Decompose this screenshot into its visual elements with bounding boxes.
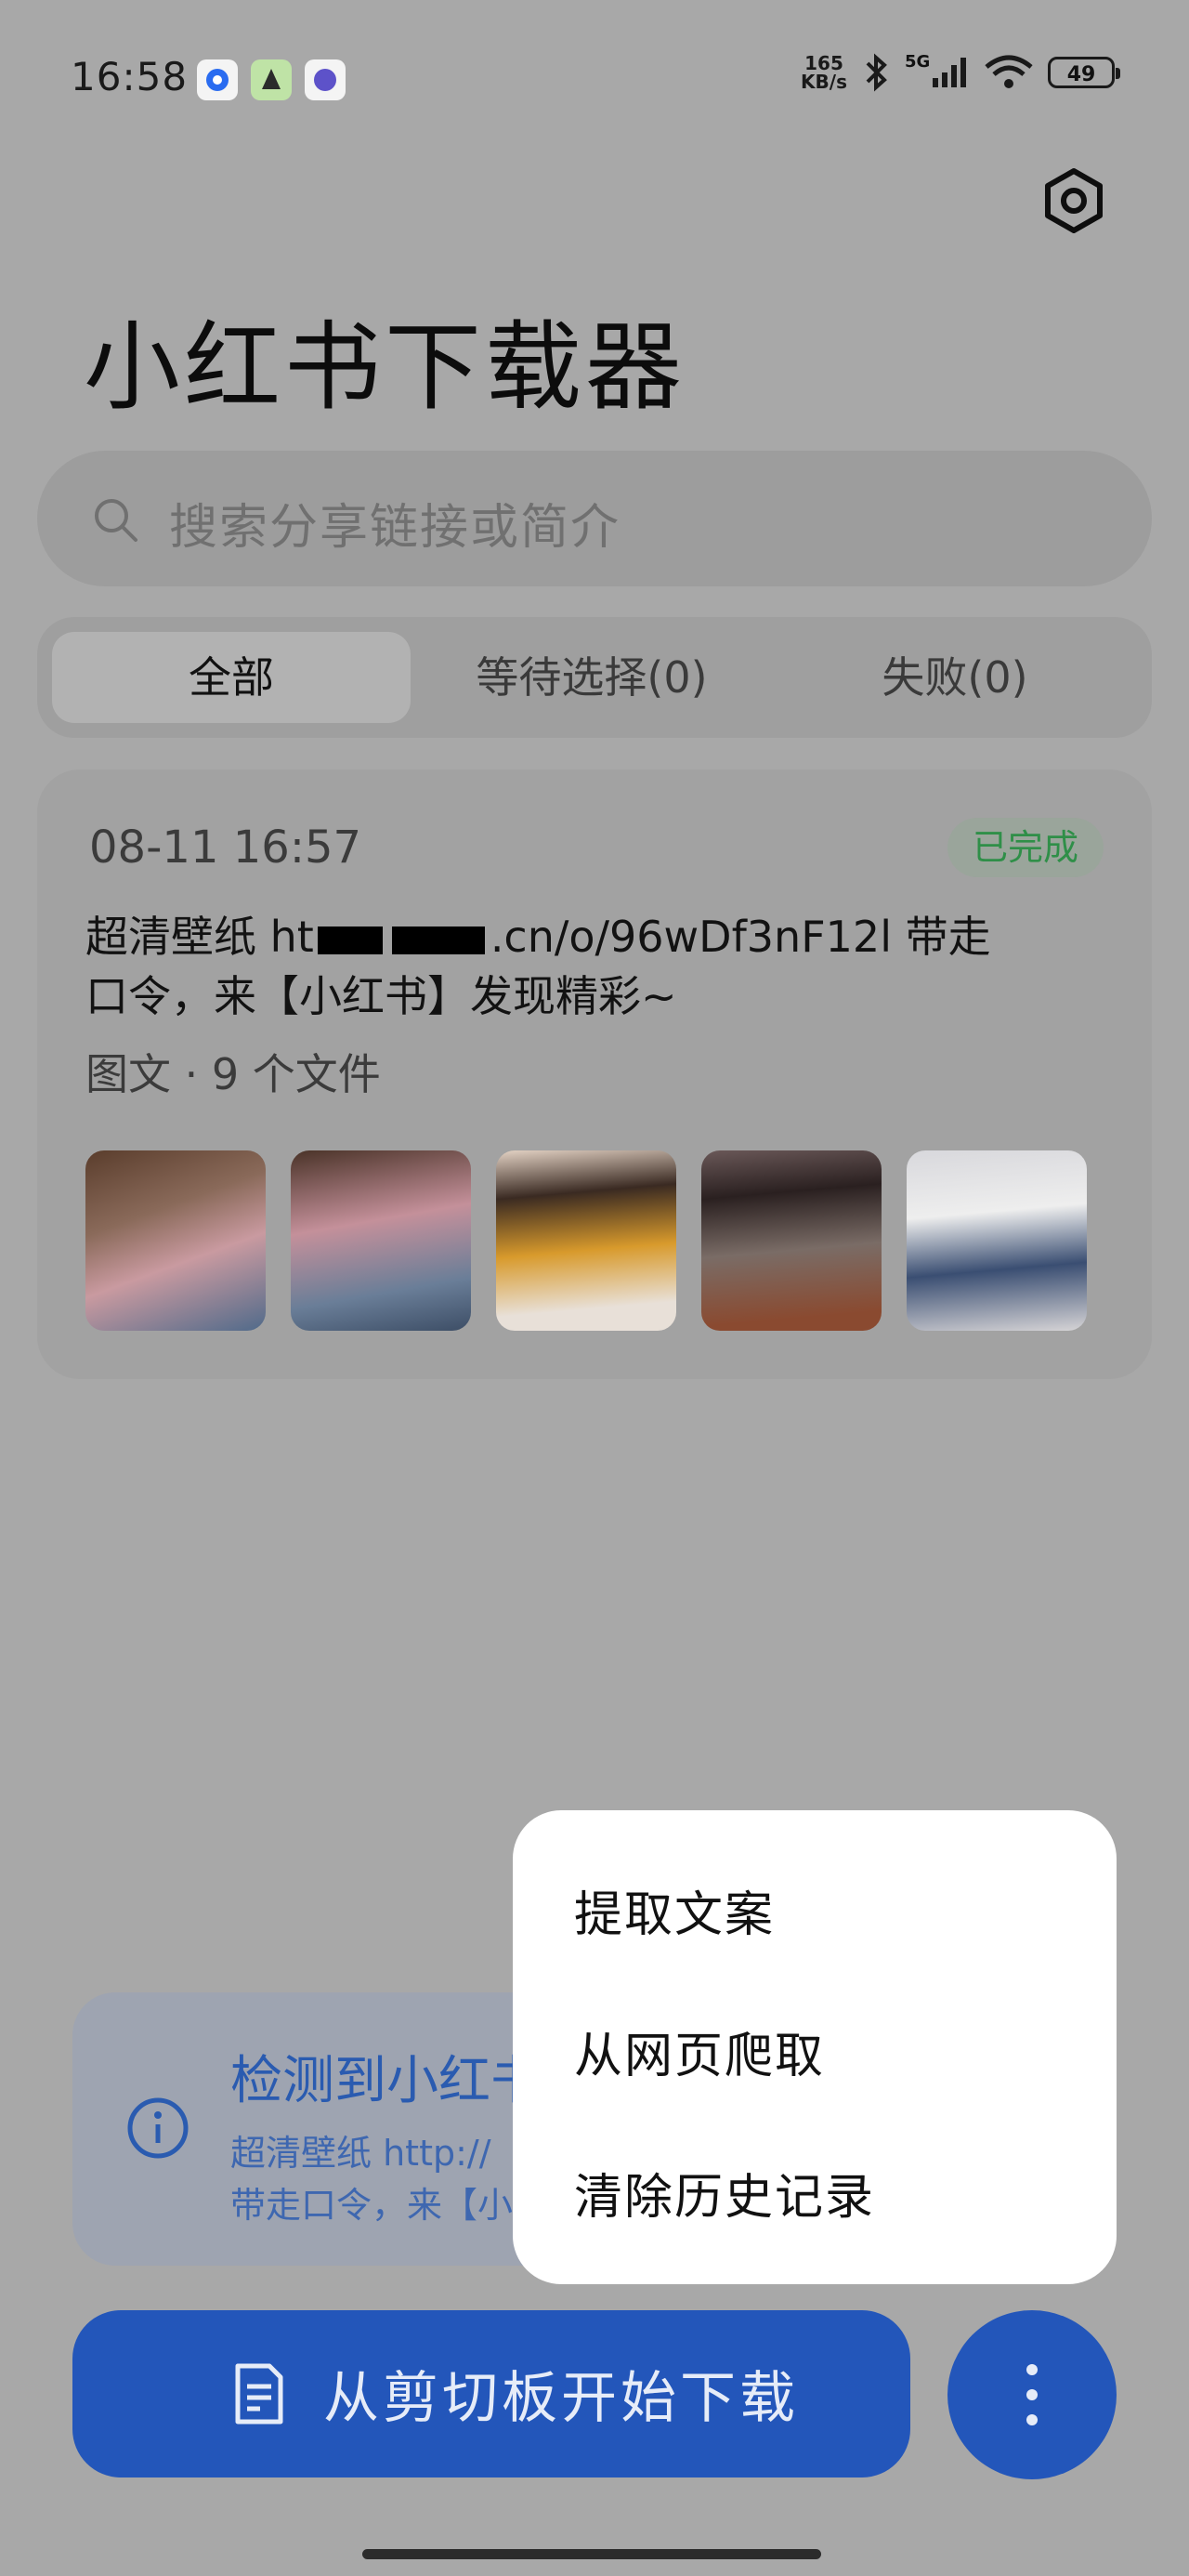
image-thumbnail[interactable]: [701, 1150, 882, 1331]
menu-item-crawl-webpage[interactable]: 从网页爬取: [574, 2017, 825, 2086]
download-from-clipboard-button[interactable]: 从剪切板开始下载: [72, 2310, 910, 2477]
gear-icon: [1045, 168, 1103, 233]
notice-line: 带走口令，来【小: [230, 2185, 514, 2226]
more-vertical-icon: [1026, 2364, 1038, 2425]
home-indicator[interactable]: [362, 2549, 821, 2559]
document-icon: [235, 2363, 283, 2425]
tab-all[interactable]: 全部: [52, 632, 411, 723]
item-date: 08-11 16:57: [89, 821, 362, 874]
cellular-signal-icon: 5G: [905, 52, 970, 93]
battery-indicator: 49: [1048, 57, 1120, 88]
search-bar[interactable]: 搜索分享链接或简介: [37, 451, 1152, 586]
item-share-text: 超清壁纸 ht .cn/o/96wDf3nF12l 带走 口令，来【小红书】发现精…: [85, 912, 991, 1021]
settings-button[interactable]: [1040, 167, 1107, 234]
overflow-menu: 提取文案 从网页爬取 清除历史记录: [513, 1810, 1117, 2284]
app-notification-icon: [197, 59, 238, 100]
app-notification-icon: [251, 59, 292, 100]
image-thumbnail[interactable]: [291, 1150, 471, 1331]
filter-tabs: 全部 等待选择(0) 失败(0): [37, 617, 1152, 738]
status-indicators: 165 KB/s 5G 49: [801, 52, 1120, 93]
network-speed: 165 KB/s: [801, 52, 847, 93]
download-button-label: 从剪切板开始下载: [323, 2366, 799, 2431]
page-title: 小红书下载器: [84, 310, 686, 424]
tab-pending[interactable]: 等待选择(0): [411, 632, 773, 723]
tab-failed[interactable]: 失败(0): [773, 632, 1137, 723]
notice-line: 超清壁纸 http://: [230, 2133, 491, 2174]
image-thumbnail[interactable]: [496, 1150, 676, 1331]
app-notification-icon: [305, 59, 346, 100]
search-icon: [95, 499, 137, 542]
wifi-icon: [985, 55, 1033, 88]
search-input[interactable]: 搜索分享链接或简介: [169, 488, 621, 558]
image-thumbnail[interactable]: [907, 1150, 1087, 1331]
info-icon: [127, 2097, 189, 2159]
notice-title: 检测到小红书: [230, 2051, 542, 2111]
status-time: 16:58: [71, 54, 189, 99]
item-meta: 图文 · 9 个文件: [85, 1049, 381, 1099]
bluetooth-icon: [866, 53, 887, 92]
more-options-button[interactable]: [947, 2310, 1117, 2479]
status-badge: 已完成: [947, 818, 1104, 877]
history-item-card[interactable]: 08-11 16:57 已完成 超清壁纸 ht .cn/o/96wDf3nF12l…: [37, 769, 1152, 1379]
menu-item-extract-text[interactable]: 提取文案: [574, 1875, 775, 1945]
menu-item-clear-history[interactable]: 清除历史记录: [574, 2158, 875, 2228]
image-thumbnail[interactable]: [85, 1150, 266, 1331]
